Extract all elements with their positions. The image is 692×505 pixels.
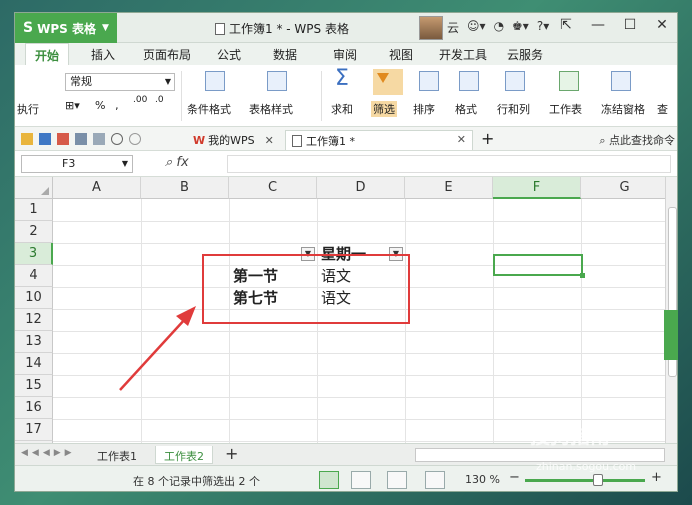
- watermark-brand: 搜狗指南: [530, 424, 610, 448]
- watermark-url: zhinan.sogou.com: [536, 460, 637, 473]
- arrow-head: [176, 306, 196, 326]
- arrow-shaft: [119, 317, 187, 391]
